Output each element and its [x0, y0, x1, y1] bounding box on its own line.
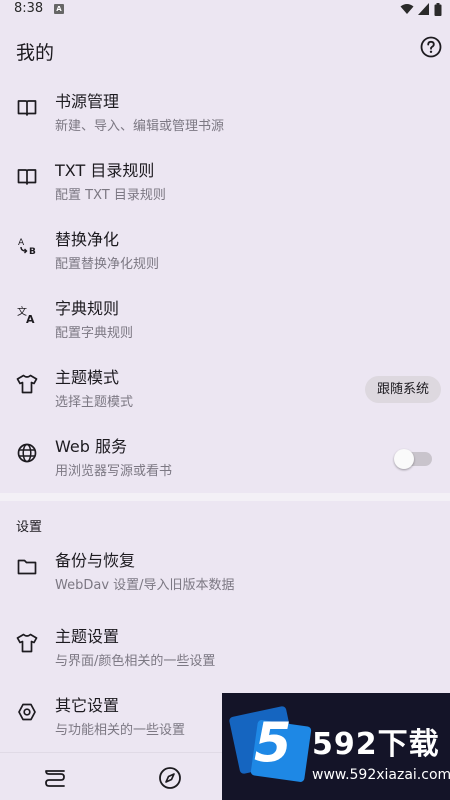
item-title: 其它设置 [55, 696, 120, 715]
item-title: Web 服务 [55, 437, 127, 456]
book-open-icon [16, 97, 38, 119]
item-subtitle: 与功能相关的一些设置 [55, 723, 186, 738]
watermark-overlay: 5 592下载 www.592xiazai.com [222, 693, 450, 800]
status-bar: 8:38 A [0, 0, 450, 18]
menu-item-txt-rules[interactable]: TXT 目录规则 配置 TXT 目录规则 [0, 146, 450, 215]
item-subtitle: 与界面/颜色相关的一些设置 [55, 654, 216, 669]
settings-item-theme[interactable]: 主题设置 与界面/颜色相关的一些设置 [0, 612, 450, 681]
watermark-url: www.592xiazai.com [312, 767, 450, 783]
svg-text:A: A [26, 313, 35, 326]
shirt-icon [16, 373, 38, 395]
item-subtitle: 新建、导入、编辑或管理书源 [55, 119, 225, 134]
menu-item-book-source[interactable]: 书源管理 新建、导入、编辑或管理书源 [0, 77, 450, 146]
web-service-toggle[interactable] [394, 449, 432, 469]
item-subtitle: WebDav 设置/导入旧版本数据 [55, 578, 235, 593]
notification-icon: A [54, 4, 64, 14]
item-subtitle: 配置字典规则 [55, 326, 134, 341]
watermark-brand: 592下载 [312, 727, 440, 762]
item-title: 主题设置 [55, 627, 120, 646]
item-subtitle: 配置 TXT 目录规则 [55, 188, 166, 203]
item-subtitle: 用浏览器写源或看书 [55, 464, 173, 479]
status-icons [400, 2, 442, 16]
folder-icon [16, 556, 38, 578]
svg-text:B: B [29, 247, 36, 257]
settings-hex-icon [16, 701, 38, 723]
item-title: TXT 目录规则 [55, 161, 155, 180]
book-open-icon [16, 166, 38, 188]
item-title: 书源管理 [55, 92, 120, 111]
toggle-thumb [394, 449, 414, 469]
section-header-settings: 设置 [16, 520, 43, 535]
settings-item-backup[interactable]: 备份与恢复 WebDav 设置/导入旧版本数据 [0, 536, 450, 605]
top-app-bar: 我的 [0, 26, 450, 70]
menu-item-dictionary[interactable]: 文 A 字典规则 配置字典规则 [0, 284, 450, 353]
menu-item-web-service[interactable]: Web 服务 用浏览器写源或看书 [0, 422, 450, 491]
item-title: 备份与恢复 [55, 551, 136, 570]
globe-icon [16, 442, 38, 464]
status-time: 8:38 [14, 1, 44, 16]
battery-icon [434, 2, 442, 16]
item-title: 主题模式 [55, 368, 120, 387]
menu-item-replace[interactable]: A B 替换净化 配置替换净化规则 [0, 215, 450, 284]
translate-icon: 文 A [16, 304, 38, 326]
svg-text:A: A [18, 238, 25, 248]
watermark-logo: 5 [228, 705, 312, 787]
theme-mode-chip[interactable]: 跟随系统 [364, 376, 441, 403]
signal-icon [418, 3, 429, 15]
page-title: 我的 [16, 42, 55, 64]
shirt-icon [16, 632, 38, 654]
menu-item-theme-mode[interactable]: 主题模式 选择主题模式 跟随系统 [0, 353, 450, 422]
compass-icon[interactable] [157, 765, 183, 791]
replace-icon: A B [16, 235, 38, 257]
item-title: 字典规则 [55, 299, 120, 318]
section-divider [0, 493, 450, 501]
bookshelf-icon[interactable] [42, 765, 68, 791]
item-title: 替换净化 [55, 230, 120, 249]
help-icon[interactable] [420, 36, 442, 58]
wifi-icon [400, 4, 414, 14]
item-subtitle: 选择主题模式 [55, 395, 134, 410]
logo-number: 5 [254, 711, 292, 774]
item-subtitle: 配置替换净化规则 [55, 257, 160, 272]
